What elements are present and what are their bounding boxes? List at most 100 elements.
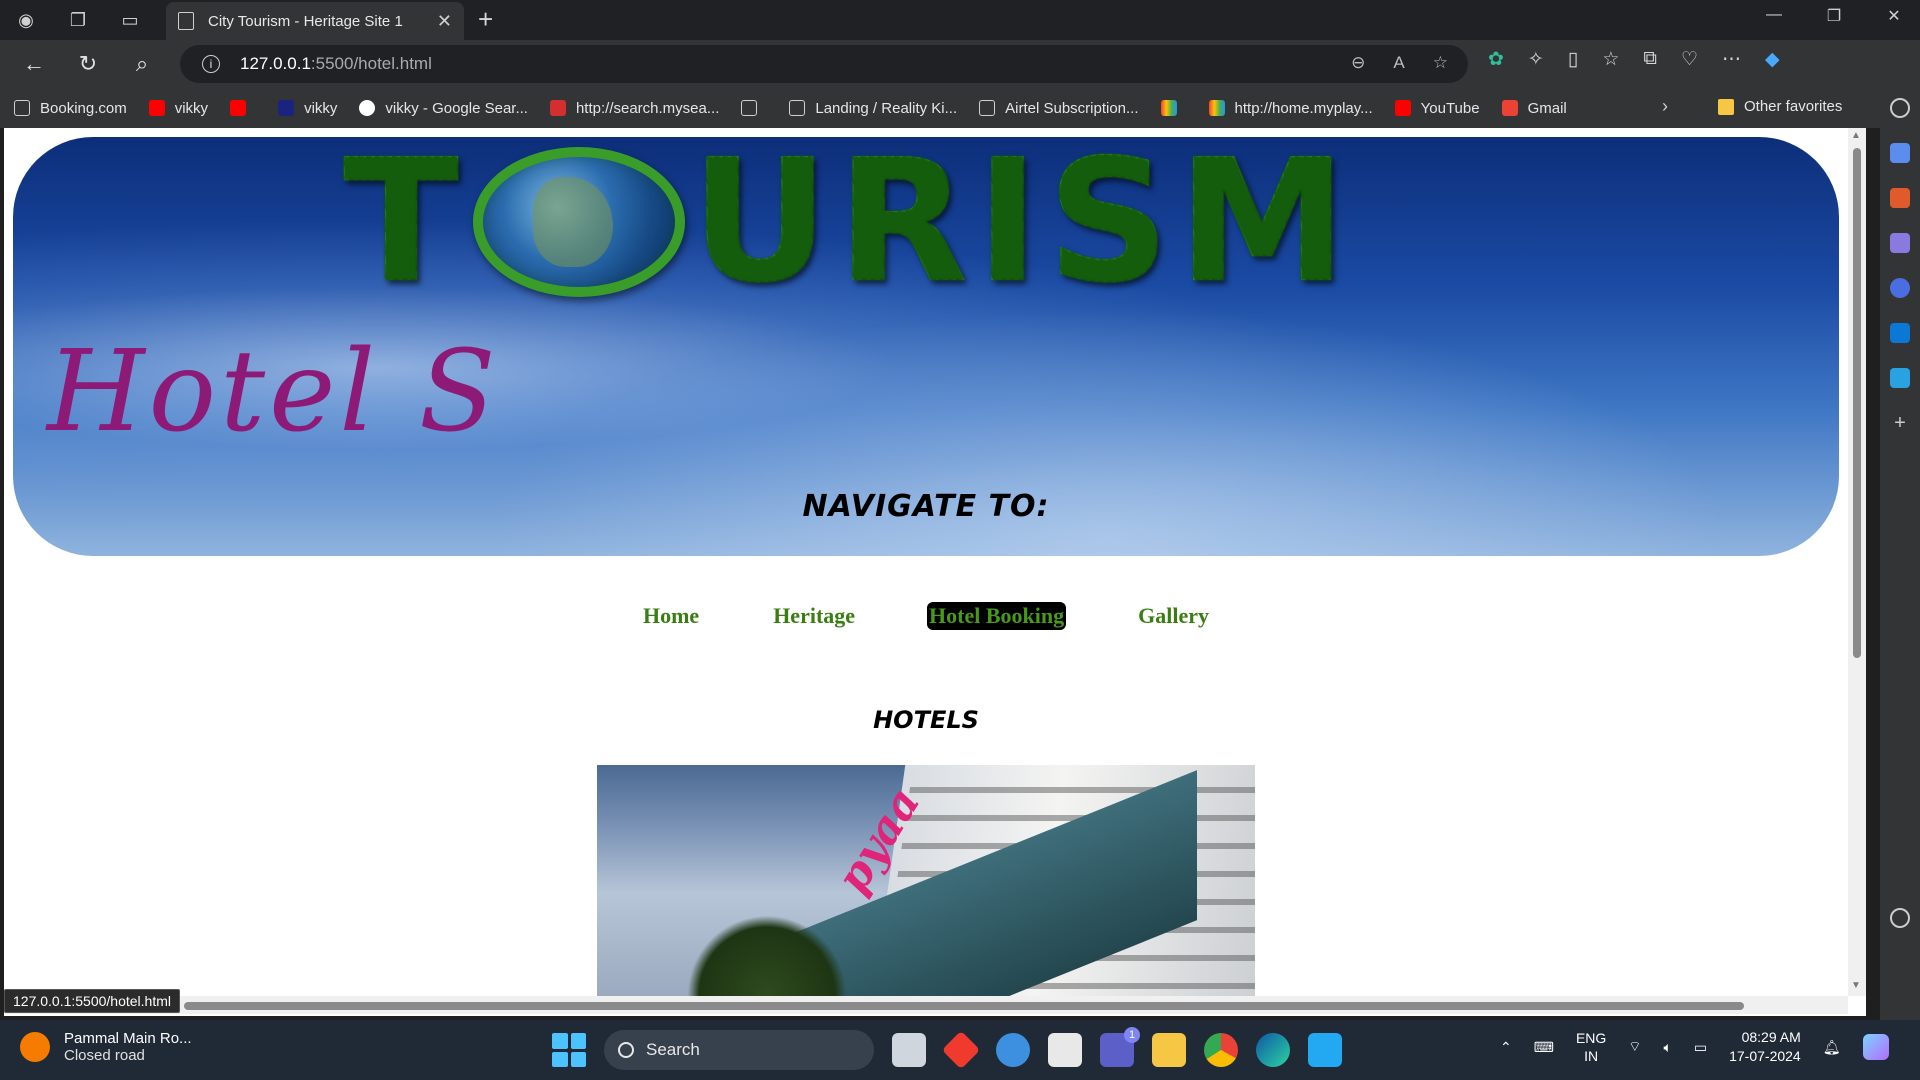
browser-essentials-icon[interactable]: ♡ <box>1681 48 1698 71</box>
bookmark-item[interactable]: Landing / Reality Ki... <box>789 100 957 117</box>
keyboard-icon[interactable]: ⌨ <box>1534 1039 1554 1056</box>
main-nav: Home Heritage Hotel Booking Gallery <box>4 602 1848 630</box>
taskbar-search[interactable]: Search <box>604 1030 874 1070</box>
bookmark-item[interactable]: vikky <box>278 100 337 117</box>
bookmark-label: Gmail <box>1527 99 1567 117</box>
language-indicator[interactable]: ENG IN <box>1576 1029 1606 1065</box>
logo-letter: T <box>343 137 467 321</box>
extensions-icon[interactable]: ✧ <box>1528 48 1544 71</box>
notifications-icon[interactable]: 🔔︎ <box>1823 1039 1841 1056</box>
bookmark-item[interactable] <box>1160 100 1187 116</box>
refresh-icon[interactable]: ↻ <box>68 44 108 84</box>
restore-icon[interactable]: ❐ <box>1804 6 1864 26</box>
tab-actions-icon[interactable]: ▭ <box>114 4 146 36</box>
teams-icon[interactable]: 1 <box>1100 1027 1140 1067</box>
close-window-icon[interactable]: ✕ <box>1864 6 1920 26</box>
clock[interactable]: 08:29 AM 17-07-2024 <box>1729 1028 1801 1066</box>
weather-subtitle: Closed road <box>64 1047 145 1064</box>
horizontal-scrollbar[interactable] <box>4 996 1848 1014</box>
sidebar-send-icon[interactable] <box>1890 368 1910 388</box>
profile-avatar-icon[interactable]: ◉ <box>10 4 42 36</box>
vscode-icon[interactable] <box>1308 1033 1342 1067</box>
search-icon[interactable]: ⌕ <box>122 44 162 84</box>
section-heading: HOTELS <box>873 706 979 734</box>
bookmark-item[interactable]: vikky <box>148 99 209 117</box>
other-favorites[interactable]: Other favorites <box>1718 98 1842 115</box>
logo-letter: M <box>1177 137 1355 321</box>
active-tab[interactable]: City Tourism - Heritage Site 1 ✕ <box>166 2 464 40</box>
favorites-icon[interactable]: ☆ <box>1602 48 1619 71</box>
bookmark-label: Airtel Subscription... <box>1005 99 1139 117</box>
favorite-star-icon[interactable]: ☆ <box>1433 53 1448 73</box>
copilot-icon[interactable]: ◆ <box>1765 48 1780 71</box>
close-tab-icon[interactable]: ✕ <box>437 11 452 32</box>
workspaces-icon[interactable]: ❐ <box>62 4 94 36</box>
sidebar-search-icon[interactable] <box>1890 98 1910 118</box>
start-icon[interactable] <box>552 1033 586 1067</box>
show-hidden-icons-icon[interactable]: ⌃ <box>1500 1039 1512 1056</box>
zoom-icon[interactable]: ⊖ <box>1351 53 1365 73</box>
sidebar-games-icon[interactable] <box>1890 233 1910 253</box>
bookmark-mail-icon <box>1501 100 1518 116</box>
chrome-icon[interactable] <box>1204 1033 1238 1067</box>
store-icon[interactable] <box>1048 1033 1082 1067</box>
sidebar-outlook-icon[interactable] <box>1890 323 1910 343</box>
bookmark-item[interactable]: http://home.myplay... <box>1208 100 1373 117</box>
scroll-down-icon[interactable]: ▼ <box>1851 980 1861 991</box>
bookmark-item[interactable]: http://search.mysea... <box>549 100 719 117</box>
collections-icon[interactable]: ⧉ <box>1643 48 1657 71</box>
new-tab-button[interactable]: + <box>478 4 493 35</box>
bookmark-item[interactable] <box>230 100 256 116</box>
system-tray: ⌃ ⌨ ENG IN ⌔ 🔈︎ ▭ 08:29 AM 17-07-2024 🔔︎ <box>1500 1028 1889 1066</box>
more-menu-icon[interactable]: ⋯ <box>1722 48 1741 71</box>
logo-letter: U <box>690 137 838 321</box>
tourism-logo: T URISM <box>343 137 1523 321</box>
more-bookmarks-icon[interactable]: › <box>1662 96 1668 117</box>
nav-link-hotel-booking[interactable]: Hotel Booking <box>927 602 1067 630</box>
copilot-taskbar-icon[interactable] <box>1862 1034 1889 1060</box>
anydesk-icon[interactable] <box>941 1030 981 1070</box>
bookmark-item[interactable] <box>741 100 767 116</box>
task-view-icon[interactable] <box>892 1033 926 1067</box>
volume-icon[interactable]: 🔈︎ <box>1663 1039 1671 1056</box>
bookmark-page-icon <box>14 100 30 116</box>
wifi-icon[interactable]: ⌔ <box>1628 1038 1641 1056</box>
address-bar[interactable]: i 127.0.0.1 :5500/hotel.html ⊖ A ☆ <box>180 45 1468 83</box>
vertical-scroll-thumb[interactable] <box>1853 148 1861 658</box>
bookmark-label: Booking.com <box>40 99 127 117</box>
file-explorer-icon[interactable] <box>1152 1033 1186 1067</box>
app-icon[interactable] <box>996 1033 1030 1067</box>
edge-icon[interactable] <box>1256 1033 1290 1067</box>
bookmarks-bar: Booking.com vikky vikky vikky - Google Sear… <box>0 88 1880 128</box>
minimize-icon[interactable]: — <box>1744 6 1804 26</box>
sidebar-tag-icon[interactable] <box>1890 143 1910 163</box>
bookmark-item[interactable]: Gmail <box>1501 99 1567 117</box>
horizontal-scroll-thumb[interactable] <box>184 1002 1744 1010</box>
scroll-up-icon[interactable]: ▲ <box>1851 130 1861 141</box>
battery-icon[interactable]: ▭ <box>1694 1039 1707 1056</box>
read-aloud-icon[interactable]: A <box>1393 53 1404 73</box>
copilot-extension-icon[interactable]: ✿ <box>1488 48 1504 71</box>
vertical-scrollbar[interactable]: ▲ ▼ <box>1848 128 1866 996</box>
sidebar-m365-icon[interactable] <box>1890 278 1910 298</box>
bookmark-item[interactable]: vikky - Google Sear... <box>359 100 528 117</box>
sidebar-tools-icon[interactable] <box>1890 188 1910 208</box>
nav-link-gallery[interactable]: Gallery <box>1136 602 1211 630</box>
sidebar-add-icon[interactable]: + <box>1890 413 1910 433</box>
weather-widget[interactable]: Pammal Main Ro... Closed road <box>20 1030 192 1064</box>
nav-link-heritage[interactable]: Heritage <box>771 602 857 630</box>
site-info-icon[interactable]: i <box>202 55 220 73</box>
back-icon[interactable]: ← <box>14 44 54 84</box>
bookmark-label: vikky <box>174 99 209 117</box>
bookmark-eh-icon <box>278 100 295 116</box>
bookmark-page-icon <box>789 100 806 116</box>
nav-link-home[interactable]: Home <box>641 602 701 630</box>
bookmark-bar-icon <box>1208 100 1225 116</box>
bookmark-item[interactable]: YouTube <box>1394 100 1480 117</box>
bookmark-item[interactable]: Airtel Subscription... <box>979 99 1139 117</box>
clock-time: 08:29 AM <box>1741 1029 1801 1045</box>
sidebar-settings-icon[interactable] <box>1890 908 1910 928</box>
split-screen-icon[interactable]: ▯ <box>1568 48 1578 71</box>
bookmark-yt-icon <box>1394 100 1411 116</box>
bookmark-item[interactable]: Booking.com <box>14 100 127 117</box>
